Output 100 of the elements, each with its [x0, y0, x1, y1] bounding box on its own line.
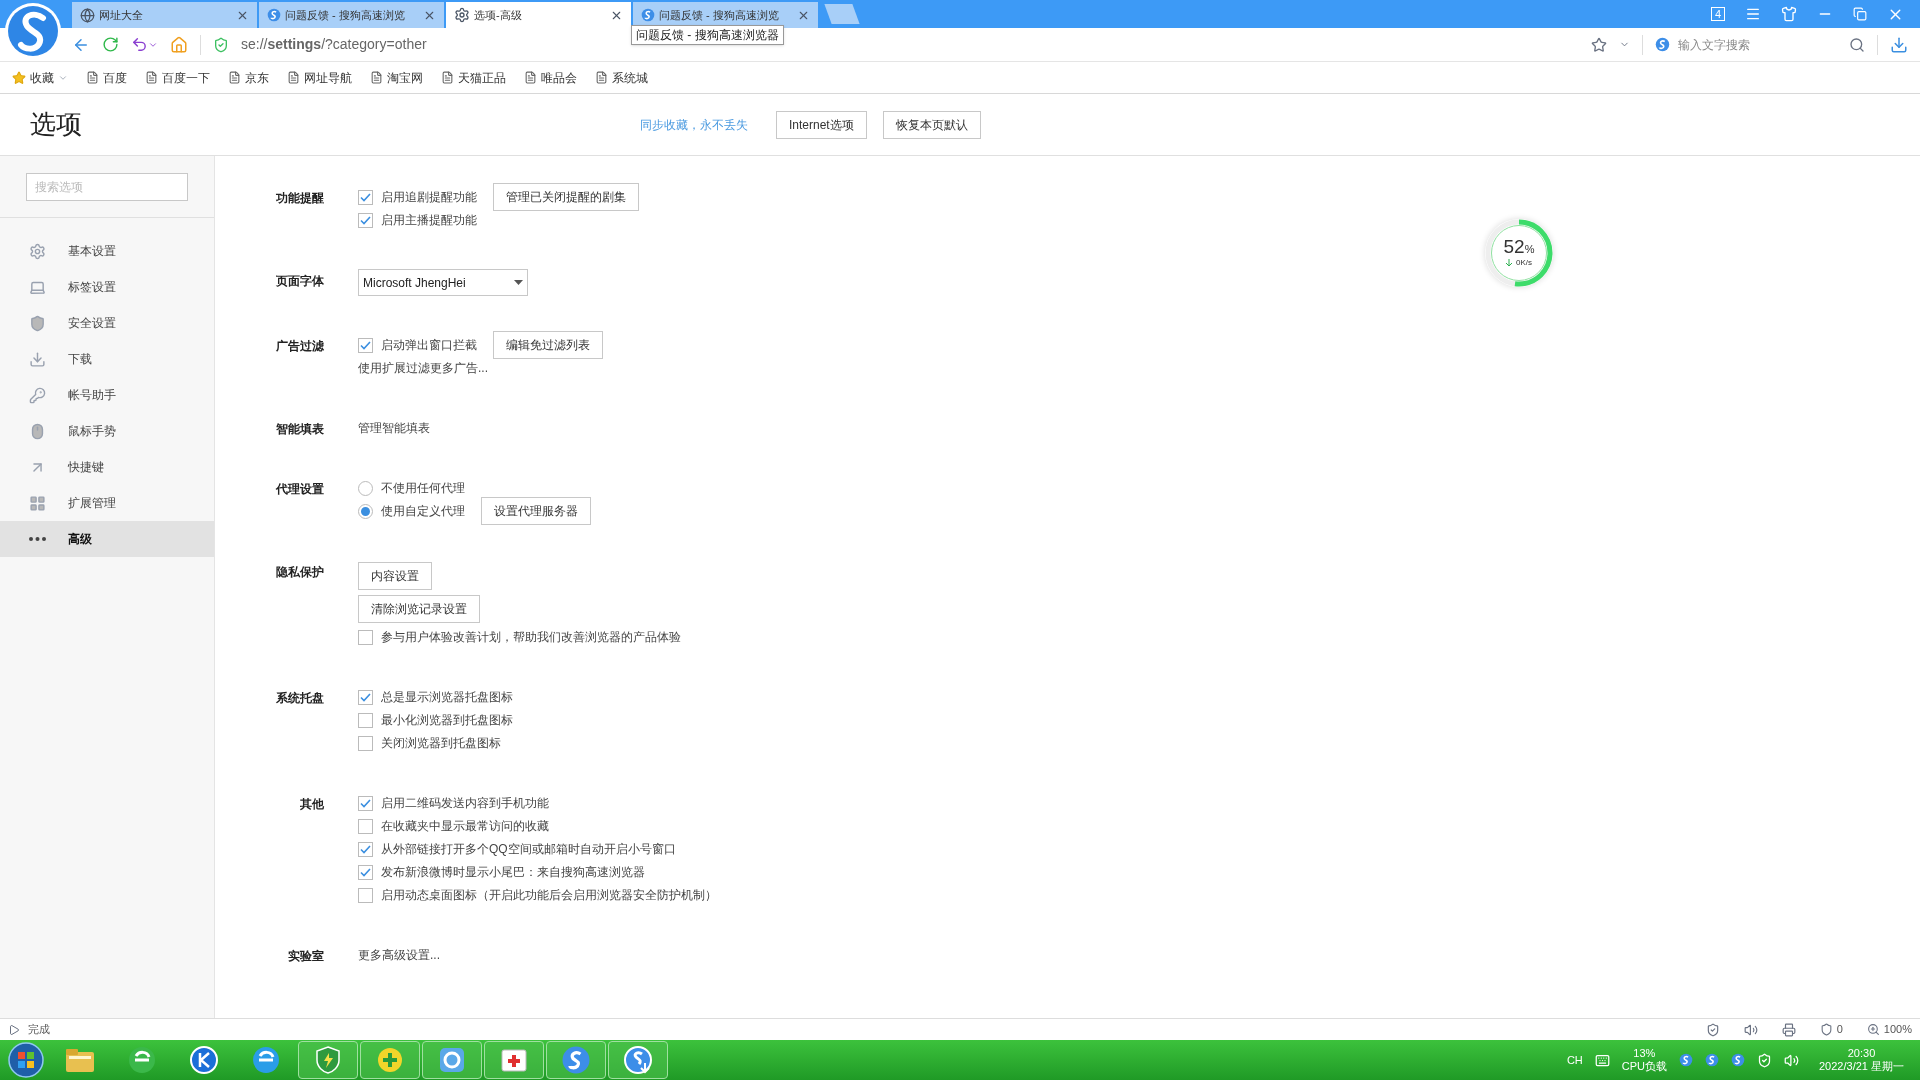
checkbox[interactable]: [358, 735, 373, 751]
option-button[interactable]: 设置代理服务器: [481, 497, 591, 525]
checkbox[interactable]: [358, 864, 373, 880]
browser-icon[interactable]: [251, 1045, 281, 1075]
sogou-icon: [267, 8, 281, 22]
checkbox[interactable]: [358, 841, 373, 857]
menu-icon[interactable]: [1745, 6, 1761, 22]
sidebar-toggle-icon[interactable]: [8, 1023, 20, 1036]
page-icon: [524, 71, 537, 84]
ad-block-status[interactable]: 0: [1819, 1021, 1843, 1038]
checkbox[interactable]: [358, 689, 373, 705]
checkbox[interactable]: [358, 887, 373, 903]
bookmark-link[interactable]: 唯品会: [524, 68, 577, 87]
sidebar-item[interactable]: 鼠标手势: [0, 413, 214, 449]
tab-tooltip: 问题反馈 - 搜狗高速浏览器: [631, 25, 784, 45]
checkbox[interactable]: [358, 795, 373, 811]
shield-icon[interactable]: [314, 1045, 342, 1075]
checkbox[interactable]: [358, 629, 373, 645]
caret-icon[interactable]: [514, 280, 523, 285]
tab-title: 问题反馈 - 搜狗高速浏览: [285, 7, 406, 23]
printer-icon[interactable]: [1781, 1022, 1796, 1037]
bookmark-link[interactable]: 系统城: [595, 68, 648, 87]
star-icon[interactable]: [1591, 36, 1607, 53]
sidebar-item[interactable]: 基本设置: [0, 233, 214, 269]
sidebar-item[interactable]: 扩展管理: [0, 485, 214, 521]
checkbox-label: 在收藏夹中显示最常访问的收藏: [381, 818, 549, 835]
more-icon: [29, 537, 46, 541]
undo-icon[interactable]: [131, 36, 148, 53]
sidebar-item[interactable]: 高级: [0, 521, 214, 557]
taskbar-button[interactable]: [422, 1041, 482, 1079]
sidebar-item[interactable]: 下载: [0, 341, 214, 377]
checkbox[interactable]: [358, 712, 373, 728]
download-icon[interactable]: [1890, 35, 1908, 54]
taskbar-button[interactable]: [546, 1041, 606, 1079]
checkbox[interactable]: [358, 818, 373, 834]
sidebar-item[interactable]: 快捷键: [0, 449, 214, 485]
option-button[interactable]: 清除浏览记录设置: [358, 595, 480, 623]
checkbox[interactable]: [358, 189, 373, 205]
sogou-download-icon[interactable]: [623, 1045, 653, 1075]
checkbox[interactable]: [358, 337, 373, 353]
sogou-icon: [561, 1045, 591, 1075]
browser-tab[interactable]: 选项-高级: [446, 2, 631, 28]
radio-button[interactable]: [358, 503, 373, 519]
k-circle-icon[interactable]: [189, 1045, 219, 1075]
settings-link[interactable]: 管理智能填表: [358, 419, 430, 437]
keyboard-icon[interactable]: [1594, 1052, 1610, 1068]
restore-icon[interactable]: [1853, 7, 1867, 21]
volume-icon[interactable]: [1784, 1052, 1799, 1068]
settings-link[interactable]: 使用扩展过滤更多广告...: [358, 359, 488, 377]
first-aid-icon[interactable]: [499, 1046, 529, 1074]
shield-icon[interactable]: [1757, 1052, 1772, 1068]
shirt-icon[interactable]: [1781, 6, 1797, 22]
font-select[interactable]: Microsoft JhengHei: [358, 269, 528, 296]
taskbar-button[interactable]: [484, 1041, 544, 1079]
search-field[interactable]: 输入文字搜索: [1655, 35, 1865, 54]
sidebar-item[interactable]: 帐号助手: [0, 377, 214, 413]
speaker-icon[interactable]: [1743, 1022, 1758, 1037]
clock-time: 20:30: [1847, 1047, 1876, 1060]
option-button[interactable]: 编辑免过滤列表: [493, 331, 603, 359]
taskbar-button[interactable]: [360, 1041, 420, 1079]
shield-icon[interactable]: [1705, 1022, 1720, 1037]
bookmark-link[interactable]: 网址导航: [287, 68, 352, 87]
favorites-menu[interactable]: 收藏: [12, 68, 68, 87]
page-icon: [370, 71, 383, 84]
option-button[interactable]: 管理已关闭提醒的剧集: [493, 183, 639, 211]
home-icon[interactable]: [170, 35, 188, 54]
bookmark-link[interactable]: 百度: [86, 68, 127, 87]
browser-tab[interactable]: 网址大全: [72, 2, 257, 28]
new-tab-button[interactable]: [824, 4, 860, 24]
globe-icon: [80, 7, 95, 23]
bookmark-link[interactable]: 天猫正品: [441, 68, 506, 87]
sidebar-item[interactable]: 标签设置: [0, 269, 214, 305]
search-icon[interactable]: [1849, 36, 1865, 53]
settings-link[interactable]: 更多高级设置...: [358, 946, 440, 964]
section-label: 功能提醒: [276, 190, 324, 207]
tab-title: 网址大全: [99, 7, 144, 23]
checkbox-label: 最小化浏览器到托盘图标: [381, 712, 513, 729]
bookmark-link[interactable]: 京东: [228, 68, 269, 87]
reload-icon[interactable]: [102, 36, 119, 53]
taskbar-button[interactable]: [298, 1041, 358, 1079]
checkbox[interactable]: [358, 212, 373, 228]
plus-icon[interactable]: [375, 1045, 405, 1075]
radio-button[interactable]: [358, 480, 373, 496]
taskbar-button[interactable]: [608, 1041, 668, 1079]
option-button[interactable]: Internet选项: [776, 110, 867, 139]
option-button[interactable]: 恢复本页默认: [882, 110, 981, 139]
status-text: 完成: [28, 1022, 50, 1038]
option-button[interactable]: 内容设置: [358, 562, 432, 590]
browser-tab[interactable]: 问题反馈 - 搜狗高速浏览: [259, 2, 444, 28]
folder-icon[interactable]: [64, 1046, 96, 1074]
checkbox-label: 启用动态桌面图标（开启此功能后会启用浏览器安全防护机制）: [381, 887, 717, 904]
browser-tab[interactable]: 问题反馈 - 搜狗高速浏览: [633, 2, 818, 28]
address-field[interactable]: se://settings/?category=other: [241, 34, 427, 55]
zoom-status[interactable]: 100%: [1866, 1021, 1912, 1038]
bookmark-link[interactable]: 百度一下: [145, 68, 210, 87]
meter-speed: 0K/s: [1516, 257, 1532, 269]
bookmark-link[interactable]: 淘宝网: [370, 68, 423, 87]
page-icon: [287, 71, 300, 84]
sidebar-item[interactable]: 安全设置: [0, 305, 214, 341]
browser-icon[interactable]: [127, 1045, 157, 1075]
